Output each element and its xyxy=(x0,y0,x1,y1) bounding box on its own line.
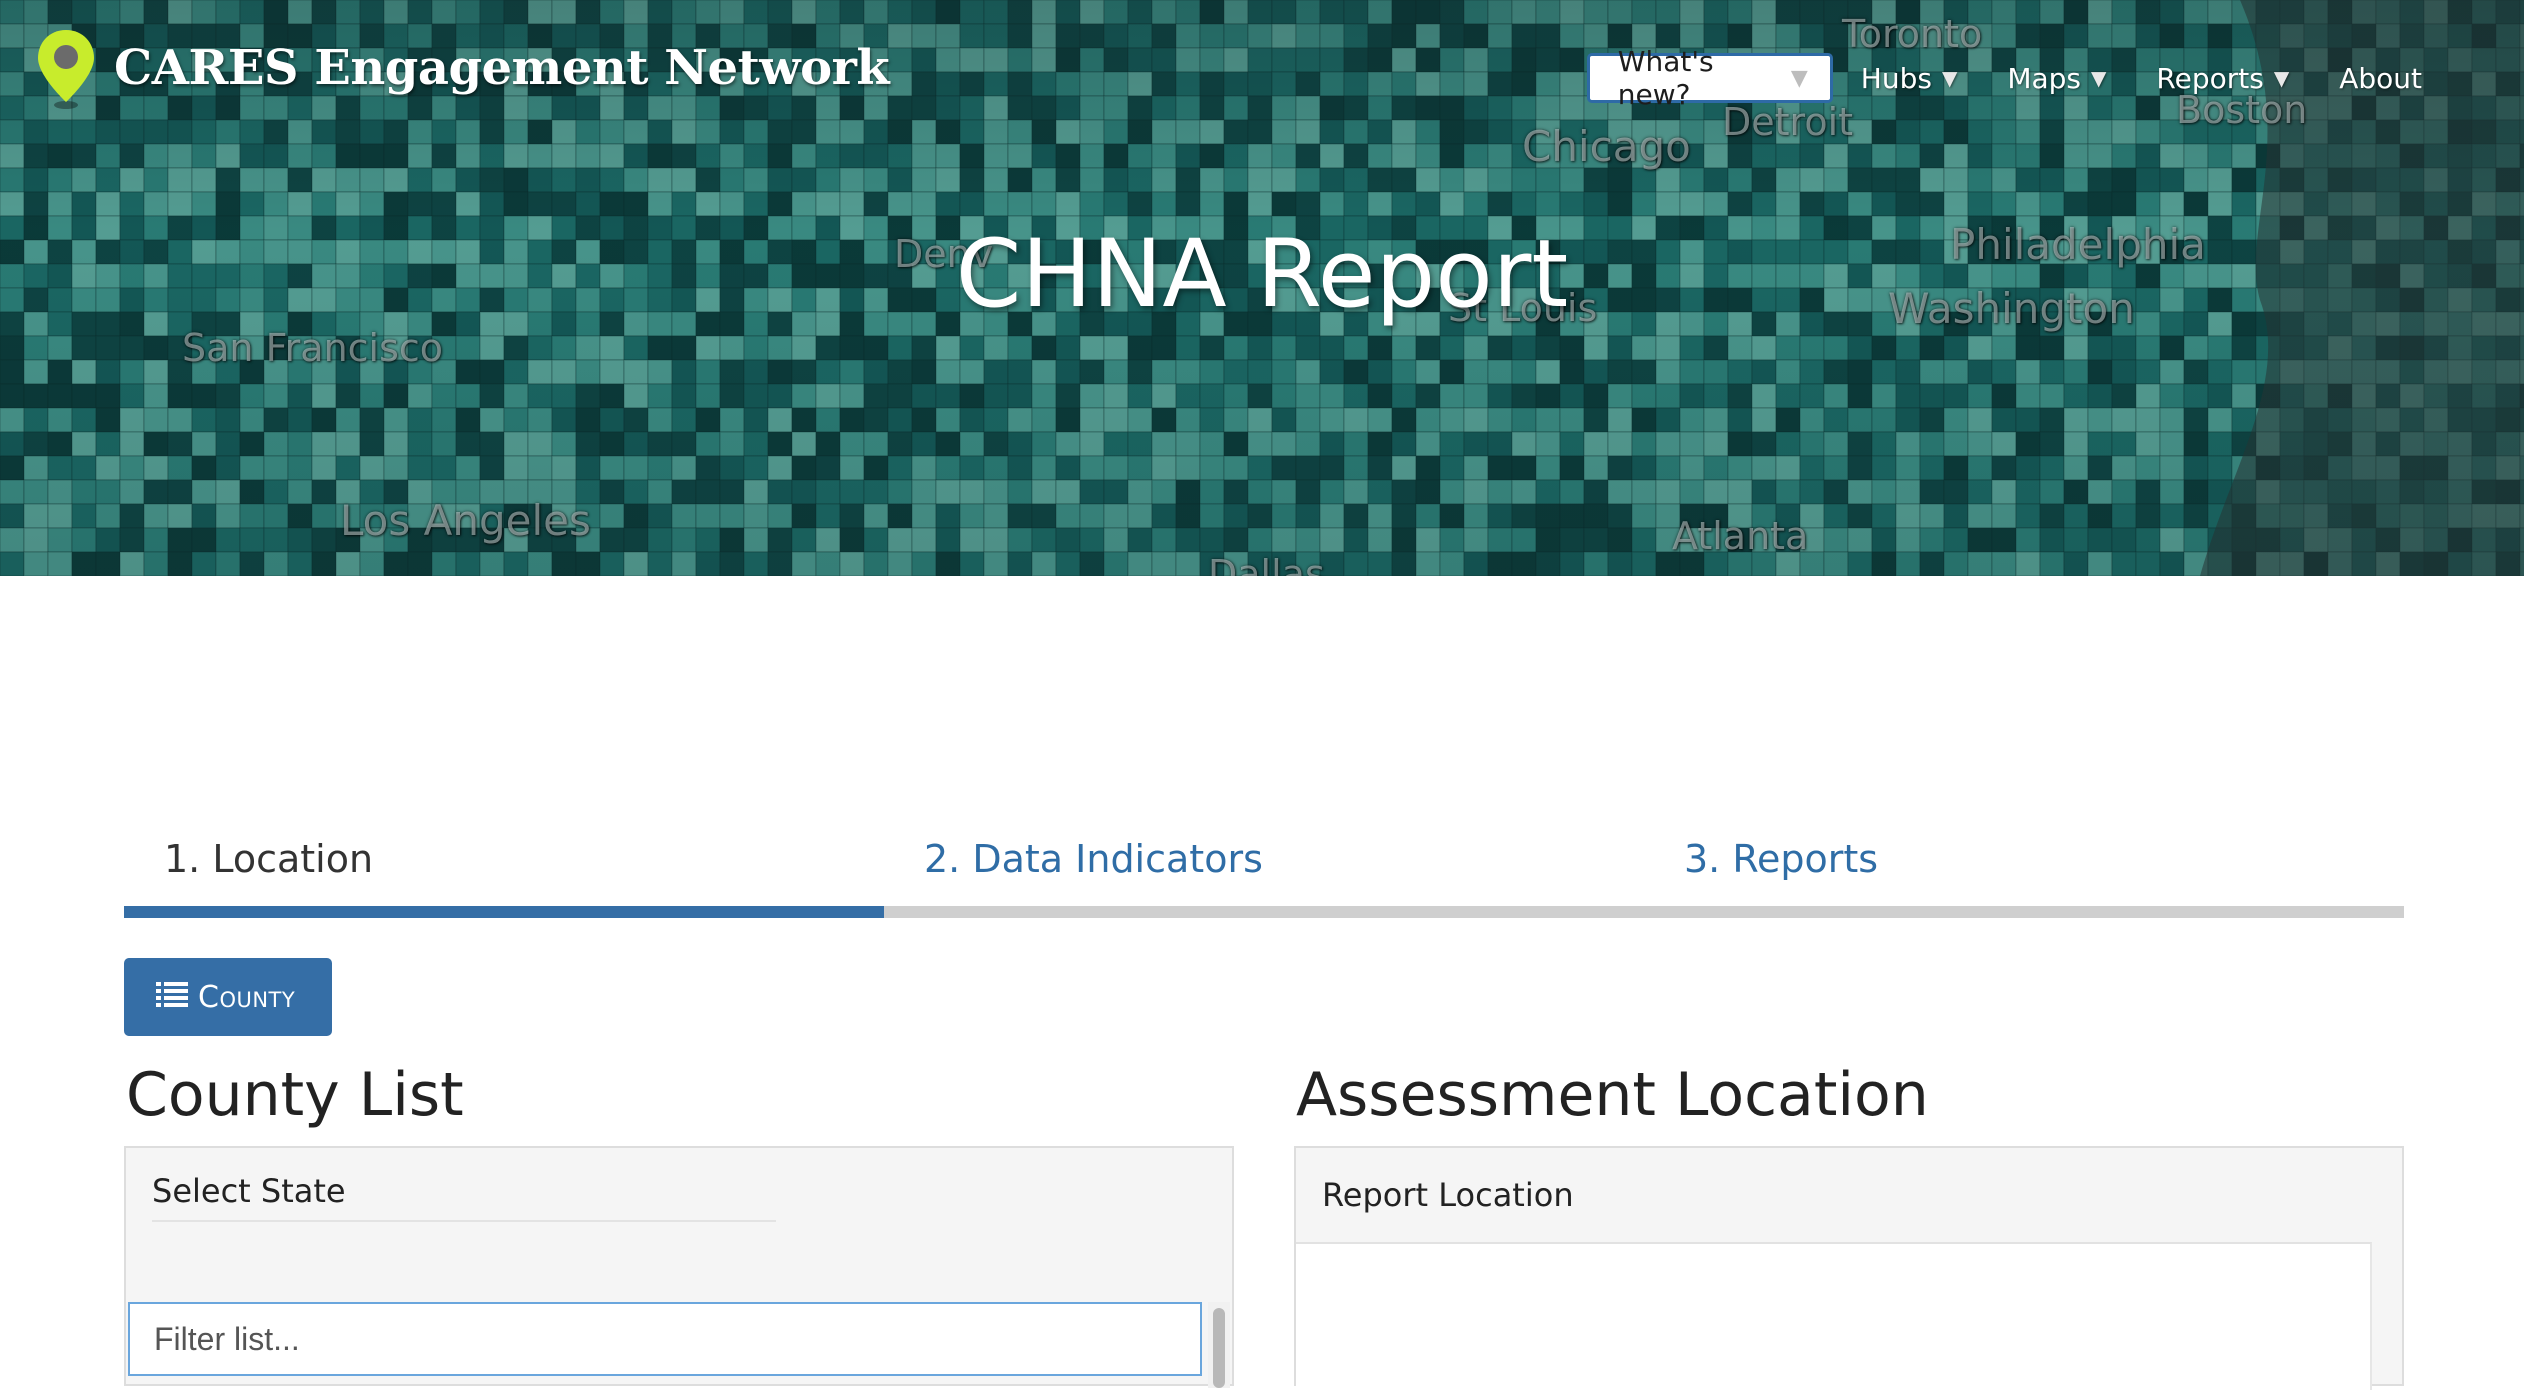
report-location-label: Report Location xyxy=(1322,1176,1574,1214)
nav-maps-label: Maps xyxy=(2007,61,2082,95)
caret-down-icon: ▼ xyxy=(2273,66,2290,90)
select-state-label: Select State xyxy=(152,1172,346,1210)
nav-reports-label: Reports xyxy=(2156,61,2264,95)
report-location-header: Report Location xyxy=(1296,1148,2402,1242)
nav-maps-dropdown[interactable]: Maps ▼ xyxy=(2007,62,2106,95)
nav-reports-dropdown[interactable]: Reports ▼ xyxy=(2156,62,2289,95)
assessment-location-title: Assessment Location xyxy=(1296,1060,1929,1130)
step-data-indicators-tab[interactable]: 2. Data Indicators xyxy=(884,812,1644,906)
whats-new-label: What's new? xyxy=(1617,45,1714,111)
map-label-los-angeles: Los Angeles xyxy=(340,496,591,545)
brand-logo-link[interactable]: CARES Engagement Network xyxy=(36,28,890,109)
map-label-atlanta: Atlanta xyxy=(1672,514,1809,558)
select-state-divider xyxy=(152,1220,776,1222)
whats-new-button[interactable]: What's new? ▼ xyxy=(1586,45,1833,111)
wizard-steps: 1. Location 2. Data Indicators 3. Report… xyxy=(124,812,2404,918)
caret-down-icon: ▼ xyxy=(2091,66,2107,90)
brand-name: CARES Engagement Network xyxy=(114,40,890,96)
nav-hubs-dropdown[interactable]: Hubs ▼ xyxy=(1861,62,1958,95)
scrollbar-thumb[interactable] xyxy=(1213,1308,1225,1388)
nav-hubs-label: Hubs xyxy=(1860,61,1932,95)
map-label-chicago: Chicago xyxy=(1522,122,1691,171)
step-progress-remaining xyxy=(884,906,2404,918)
filter-list-input[interactable] xyxy=(128,1302,1202,1376)
page-title: CHNA Report xyxy=(955,220,1569,329)
step-progress-active xyxy=(124,906,884,918)
county-list-panel: Select State xyxy=(124,1146,1234,1388)
hero-banner: Toronto Detroit Chicago Boston Denv St L… xyxy=(0,0,2524,576)
step-reports-tab[interactable]: 3. Reports xyxy=(1644,812,2404,906)
main-nav: What's new? ▼ Hubs ▼ Maps ▼ Reports ▼ Ab… xyxy=(1586,45,2524,111)
report-location-list xyxy=(1296,1242,2372,1390)
county-geography-button[interactable]: County xyxy=(124,958,332,1036)
caret-down-icon: ▼ xyxy=(1941,66,1958,90)
map-label-dallas: Dallas xyxy=(1208,552,1325,576)
assessment-location-panel: Report Location xyxy=(1294,1146,2404,1390)
map-pin-icon xyxy=(36,28,96,109)
nav-about-link[interactable]: About xyxy=(2339,62,2422,95)
county-button-label: County xyxy=(198,979,296,1015)
county-list-title: County List xyxy=(126,1060,464,1130)
step-location-tab[interactable]: 1. Location xyxy=(124,812,884,906)
county-list-scrollbar[interactable] xyxy=(1208,1302,1230,1388)
map-label-san-francisco: San Francisco xyxy=(182,326,444,370)
nav-about-label: About xyxy=(2339,61,2422,95)
list-icon xyxy=(156,980,188,1015)
caret-down-icon: ▼ xyxy=(1790,65,1808,91)
